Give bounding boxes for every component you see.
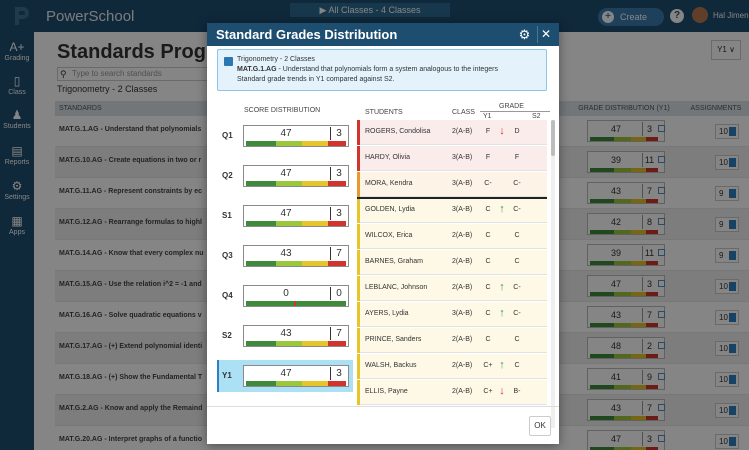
info-box: Trigonometry - 2 Classes MAT.G.1.AG - Un… [217,49,547,91]
score-count: 43 [280,328,292,339]
score-distribution-header: SCORE DISTRIBUTION [244,107,321,114]
score-count-low: 3 [330,367,347,380]
class-header[interactable]: CLASS [452,109,475,116]
close-icon[interactable]: ✕ [537,26,554,43]
info-trend-line: Standard grade trends in Y1 compared aga… [237,76,395,83]
score-row-q2[interactable]: Q2 47 3 [217,160,353,192]
score-bar [246,301,346,306]
info-class-line: Trigonometry - 2 Classes [237,56,315,63]
selection-indicator [217,360,219,392]
score-count: 47 [280,208,292,219]
score-bar [246,221,346,226]
score-count: 47 [280,168,292,179]
dialog-header: Standard Grades Distribution ⚙ ✕ [207,23,559,46]
score-count-low: 3 [330,207,347,220]
grade-header: GRADE [499,103,524,110]
score-bar [246,141,346,146]
score-count-low: 3 [330,127,347,140]
score-bar [246,341,346,346]
dialog-footer: OK [207,406,559,444]
grades-distribution-dialog: Standard Grades Distribution ⚙ ✕ Trigono… [207,23,559,444]
score-distribution-box[interactable]: 00 [243,285,349,307]
score-period-label: S2 [222,331,232,340]
y1-header[interactable]: Y1 [483,113,492,120]
score-distribution-box[interactable]: 47 3 [243,165,349,187]
score-count-low: 3 [330,167,347,180]
score-row-s2[interactable]: S2 43 7 [217,320,353,352]
grade-header-divider [480,111,550,112]
s2-header[interactable]: S2 [532,113,541,120]
scrollbar-thumb[interactable] [551,120,555,156]
info-standard-line: MAT.G.1.AG - Understand that polynomials… [237,66,498,73]
score-distribution-box[interactable]: 47 3 [243,125,349,147]
ok-button[interactable]: OK [529,416,551,436]
score-distribution-box[interactable]: 43 7 [243,325,349,347]
score-period-label: Q3 [222,251,233,260]
score-row-q1[interactable]: Q1 47 3 [217,120,353,152]
score-bar [246,261,346,266]
score-count: 47 [280,128,292,139]
score-row-y1[interactable]: Y1 47 3 [217,360,353,392]
score-row-s1[interactable]: S1 47 3 [217,200,353,232]
score-row-q4[interactable]: Q4 0 0 [217,280,353,312]
dialog-title: Standard Grades Distribution [216,27,398,42]
score-bar [246,381,346,386]
score-distribution-box[interactable]: 43 7 [243,245,349,267]
info-icon [224,57,233,66]
score-bar [246,181,346,186]
gear-icon[interactable]: ⚙ [516,26,533,43]
score-distribution-box[interactable]: 47 3 [243,365,349,387]
standard-code: MAT.G.1.AG [237,66,277,73]
score-period-label: Q2 [222,171,233,180]
score-count-low: 7 [330,327,347,340]
score-count: 0 [283,288,289,299]
score-count: 47 [280,368,292,379]
score-period-label: S1 [222,211,232,220]
score-count: 43 [280,248,292,259]
student-list [357,120,547,405]
score-row-q3[interactable]: Q3 43 7 [217,240,353,272]
score-period-label: Q1 [222,131,233,140]
score-distribution-box[interactable]: 47 3 [243,205,349,227]
students-header[interactable]: STUDENTS [365,109,403,116]
student-list-scrollbar[interactable] [551,120,555,428]
score-period-label: Y1 [222,371,232,380]
standard-description: - Understand that polynomials form a sys… [276,66,498,73]
score-count-low: 7 [330,247,347,260]
score-period-label: Q4 [222,291,233,300]
score-count-low: 0 [330,287,347,300]
